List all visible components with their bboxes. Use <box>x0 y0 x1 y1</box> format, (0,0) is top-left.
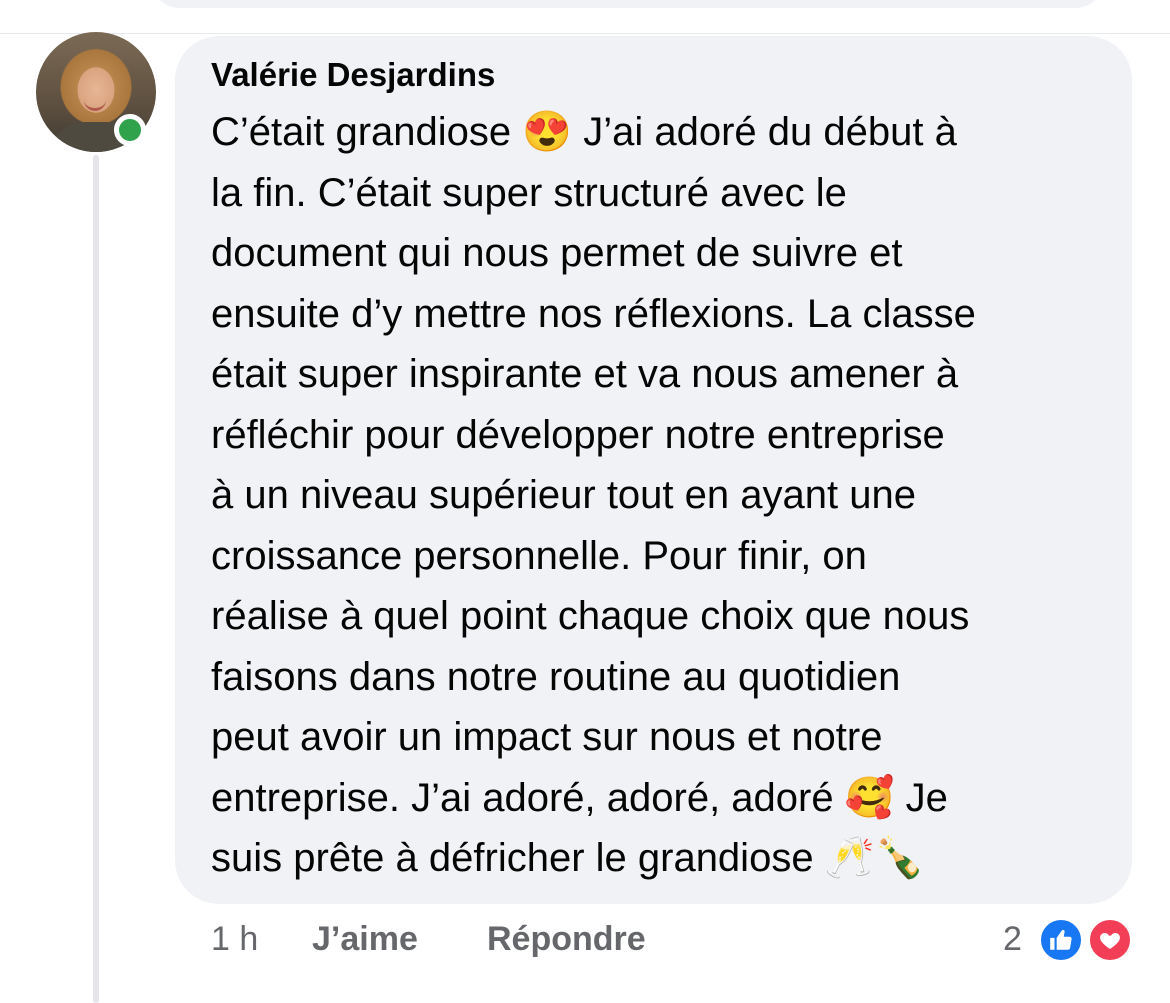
comment-line: suis prête à défricher le grandiose 🥂🍾 <box>211 836 925 880</box>
reaction-count[interactable]: 2 <box>1003 920 1022 959</box>
comment-line: C’était grandiose 😍 J’ai adoré du début … <box>211 110 957 154</box>
comment-text: C’était grandiose 😍 J’ai adoré du début … <box>211 102 1116 889</box>
comment-line: réalise à quel point chaque choix que no… <box>211 594 970 638</box>
comment-line: document qui nous permet de suivre et <box>211 231 903 275</box>
comment-line: faisons dans notre routine au quotidien <box>211 654 901 699</box>
love-reaction-icon[interactable] <box>1087 917 1133 963</box>
divider <box>0 33 1170 34</box>
reply-button[interactable]: Répondre <box>487 920 646 959</box>
reply-thread-line <box>93 155 99 1003</box>
comment-line: peut avoir un impact sur nous et notre <box>211 715 883 759</box>
comment-line: la fin. C’était super structuré avec le <box>211 170 847 215</box>
heart-icon <box>1100 933 1120 949</box>
avatar-face <box>84 100 106 111</box>
comment-line: croissance personnelle. Pour finir, on <box>211 533 867 578</box>
comment-author[interactable]: Valérie Desjardins <box>211 56 495 94</box>
comment-timestamp[interactable]: 1 h <box>211 920 258 959</box>
like-button[interactable]: J’aime <box>312 920 418 959</box>
comment-line: à un niveau supérieur tout en ayant une <box>211 473 916 517</box>
comment-line: était super inspirante et va nous amener… <box>211 352 959 396</box>
comment-line: ensuite d’y mettre nos réflexions. La cl… <box>211 291 976 336</box>
previous-comment-bubble <box>150 0 1105 8</box>
online-status-dot <box>114 114 146 146</box>
comment-line: entreprise. J’ai adoré, adoré, adoré 🥰 J… <box>211 775 948 820</box>
comment-line: réfléchir pour développer notre entrepri… <box>211 412 945 457</box>
thumbs-up-icon <box>1050 929 1072 950</box>
like-reaction-icon[interactable] <box>1038 917 1084 963</box>
